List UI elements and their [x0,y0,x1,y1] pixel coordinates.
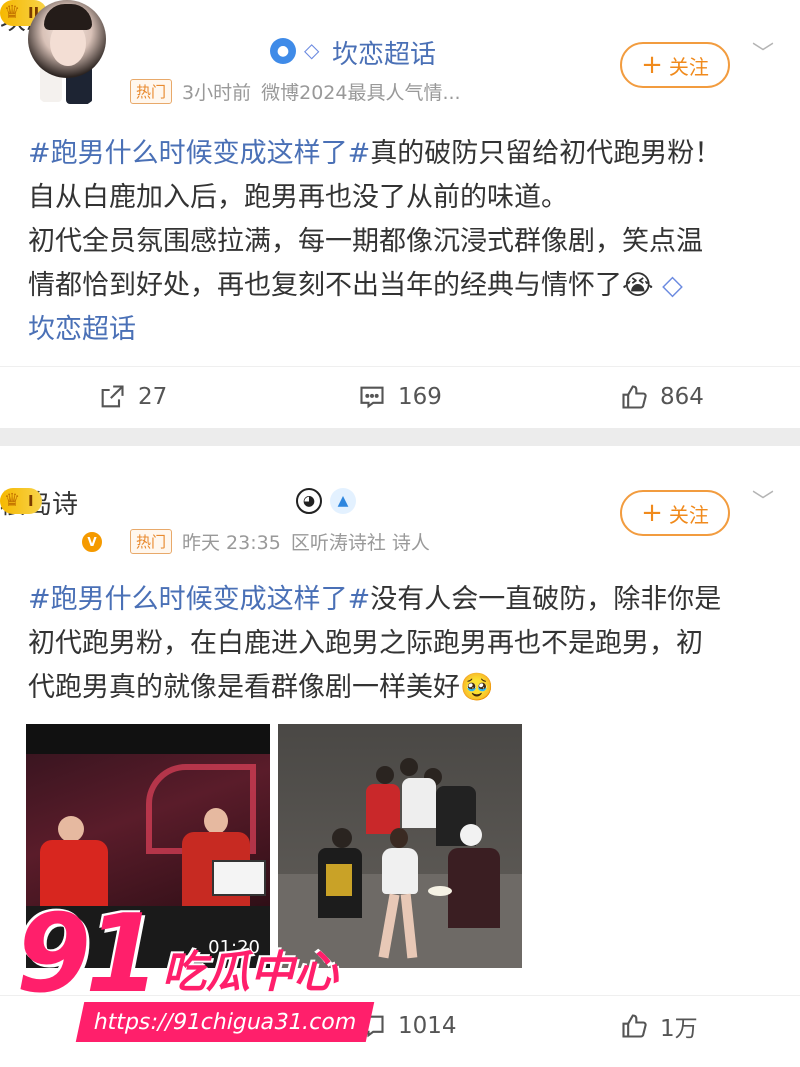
thumbs-up-icon [622,1014,647,1038]
follow-button[interactable]: + 关注 [620,490,730,536]
crown-icon: ♛ [4,490,21,511]
watermark-number: 91 [16,892,160,1017]
like-button[interactable]: 864 [620,367,704,427]
action-bar: 27 169 864 [0,366,800,426]
super-topic-diamond-icon: ◇ [304,38,320,62]
post-time: 昨天 23:35 [182,532,281,554]
comment-button[interactable]: 169 [358,367,442,427]
chevron-down-icon[interactable]: ﹀ [752,484,774,516]
shark-icon: ▲ [330,488,356,514]
crown-icon: ♛ [4,2,21,23]
like-button[interactable]: 1万 [620,996,698,1056]
plus-icon: + [641,498,663,528]
post-meta: 热门 3小时前 微博2024最具人气情... [130,78,461,105]
post-body: #跑男什么时候变成这样了#真的破防只留给初代跑男粉！ 自从白鹿加入后，跑男再也没… [28,132,778,352]
chevron-down-icon[interactable]: ﹀ [752,36,774,68]
super-topic-link[interactable]: 坎恋超话 [332,34,436,71]
plus-icon: + [641,50,663,80]
post-body: #跑男什么时候变成这样了#没有人会一直破防，除非你是 初代跑男粉，在白鹿进入跑男… [28,584,722,703]
site-watermark: 91 吃瓜中心 https://91chigua31.com [16,900,396,1050]
author-avatar[interactable] [28,0,106,78]
comment-icon [360,386,384,409]
verified-badge-icon: V [80,530,104,554]
panda-icon: ◕ [296,488,322,514]
hashtag-link[interactable]: #跑男什么时候变成这样了# [28,584,370,615]
follow-label: 关注 [668,502,709,527]
post-source: 区听涛诗社 诗人 [290,532,430,554]
post-time: 3小时前 [182,82,252,104]
thumbs-up-icon [622,385,647,409]
super-topic-diamond-icon: ◇ [662,270,683,301]
super-topic-link[interactable]: 坎恋超话 [28,308,778,352]
touched-emoji-icon: 🥹 [460,672,494,703]
hot-tag: 热门 [130,79,173,104]
watermark-brand: 吃瓜中心 [162,947,338,998]
share-icon [101,385,124,408]
globe-badge-icon: ● [270,38,296,64]
post-meta: 热门 昨天 23:35 区听涛诗社 诗人 [130,528,430,555]
member-level-badge: ♛ I [0,488,42,514]
hot-tag: 热门 [130,529,173,554]
follow-button[interactable]: + 关注 [620,42,730,88]
post-source: 微博2024最具人气情... [261,82,461,104]
follow-label: 关注 [668,54,709,79]
watermark-url: https://91chigua31.com [75,1002,375,1042]
hashtag-link[interactable]: #跑男什么时候变成这样了# [28,138,370,169]
repost-button[interactable]: 27 [98,367,167,427]
level-label: I [28,492,34,510]
crying-emoji-icon: 😭 [622,270,654,301]
